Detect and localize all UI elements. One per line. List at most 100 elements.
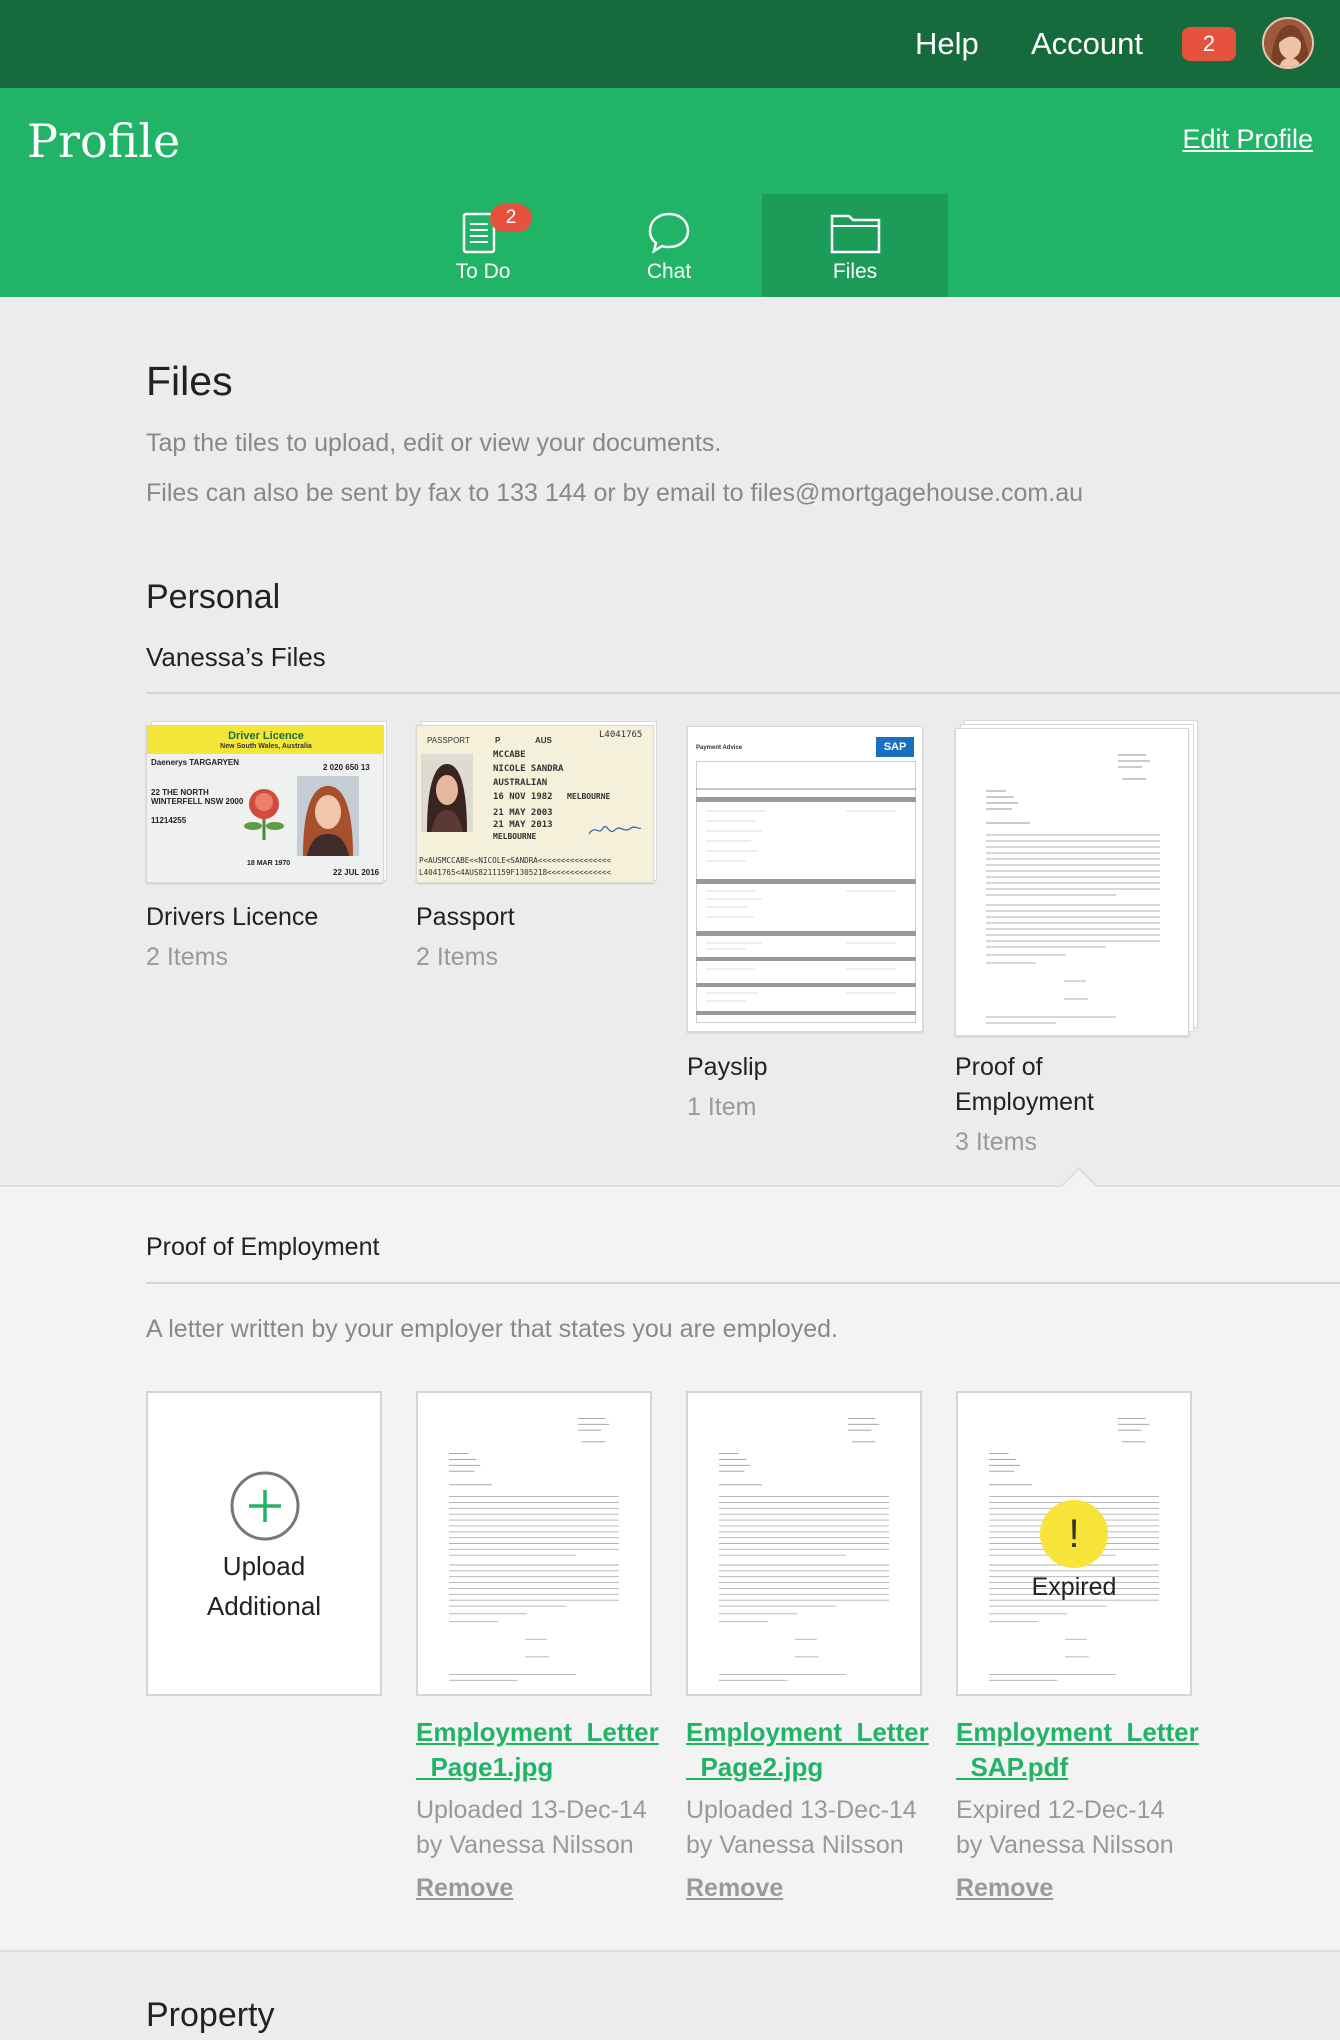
tile-count: 1 Item	[687, 1093, 757, 1121]
file-name-link[interactable]: Employment_Letter	[956, 1715, 1199, 1750]
letter-document-icon	[718, 1417, 890, 1681]
upload-label-line-1: Upload	[222, 1551, 306, 1581]
passport-given-names: NICOLE SANDRA	[493, 764, 564, 774]
expired-status-label: Expired	[1031, 1573, 1117, 1601]
tile-label: Passport	[416, 903, 515, 931]
file-thumbnail[interactable]	[686, 1391, 922, 1696]
signature-icon	[588, 826, 642, 835]
payslip-thumbnail: Payment Advice SAP	[687, 726, 923, 1032]
edit-profile-link[interactable]: Edit Profile	[1182, 124, 1313, 155]
licence-state-text: New South Wales, Australia	[220, 743, 312, 750]
licence-photo	[297, 776, 359, 856]
payslip-table-graphic	[696, 761, 916, 1023]
payslip-title: Payment Advice	[696, 745, 743, 751]
panel-pointer	[1062, 1170, 1096, 1187]
tab-todo[interactable]: 2 To Do	[390, 194, 576, 297]
letter-document-icon	[986, 754, 1160, 1024]
proof-of-employment-thumbnail	[955, 728, 1189, 1036]
vanessas-files-subtitle: Vanessa’s Files	[146, 642, 326, 672]
passport-dob: 16 NOV 1982	[493, 792, 553, 802]
waratah-flower-icon	[244, 789, 284, 840]
chat-bubble-icon	[648, 212, 690, 254]
file-name-link[interactable]: _SAP.pdf	[956, 1750, 1068, 1785]
file-thumbnail[interactable]	[416, 1391, 652, 1696]
files-instructions: Tap the tiles to upload, edit or view yo…	[146, 429, 722, 457]
tile-label: Drivers Licence	[146, 903, 319, 931]
licence-number: 11214255	[151, 816, 187, 825]
files-title: Files	[146, 358, 233, 404]
passport-country: AUS	[535, 736, 552, 745]
file-upload-date: Uploaded 13-Dec-14	[416, 1796, 647, 1824]
file-uploader: by Vanessa Nilsson	[686, 1831, 904, 1859]
passport-issuing-office: MELBOURNE	[493, 832, 537, 841]
tab-todo-label: To Do	[455, 260, 511, 283]
passport-type: PASSPORT	[427, 736, 470, 745]
top-bar: Help Account 2	[0, 0, 1340, 88]
proof-title: Proof of Employment	[146, 1233, 380, 1261]
person-photo-icon	[427, 764, 467, 832]
upload-label-line-2: Additional	[206, 1591, 322, 1621]
tile-count: 3 Items	[955, 1128, 1037, 1156]
passport-code: P	[495, 736, 501, 745]
tile-count: 2 Items	[146, 943, 228, 971]
file-name-link[interactable]: Employment_Letter	[416, 1715, 659, 1750]
file-upload-date: Uploaded 13-Dec-14	[686, 1796, 917, 1824]
upload-additional-button[interactable]: Upload Additional	[146, 1391, 382, 1696]
file-expiry-date: Expired 12-Dec-14	[956, 1796, 1165, 1824]
passport-mrz-line-1: P<AUSMCCABE<<NICOLE<SANDRA<<<<<<<<<<<<<<…	[419, 856, 612, 865]
remove-file-link[interactable]: Remove	[686, 1874, 783, 1903]
personal-title: Personal	[146, 578, 281, 616]
property-title: Property	[146, 1996, 275, 2034]
passport-photo	[421, 754, 473, 832]
avatar[interactable]	[1262, 17, 1314, 69]
file-name-link[interactable]: Employment_Letter	[686, 1715, 929, 1750]
notification-badge[interactable]: 2	[1182, 27, 1236, 61]
letter-document-icon	[448, 1417, 620, 1681]
divider	[146, 1282, 1340, 1284]
file-uploader: by Vanessa Nilsson	[956, 1831, 1174, 1859]
file-thumbnail[interactable]: ! Expired	[956, 1391, 1192, 1696]
tile-label-line-2: Employment	[955, 1088, 1094, 1116]
licence-name: Daenerys TARGARYEN	[151, 758, 240, 767]
add-circle-icon	[230, 1471, 300, 1541]
passport-number: L4041765	[599, 730, 643, 740]
page-title: Profile	[27, 114, 181, 168]
tab-chat[interactable]: Chat	[576, 194, 762, 297]
tab-chat-label: Chat	[646, 260, 692, 283]
passport-expiry-date: 21 MAY 2013	[493, 820, 553, 830]
licence-header-text: Driver Licence	[228, 730, 304, 742]
divider	[146, 692, 1340, 694]
tab-bar: 2 To Do Chat Files	[0, 194, 1340, 297]
remove-file-link[interactable]: Remove	[416, 1874, 513, 1903]
user-photo-icon	[1264, 19, 1312, 67]
licence-expiry: 22 JUL 2016	[333, 868, 380, 877]
sap-logo: SAP	[876, 737, 914, 757]
folder-icon	[830, 214, 881, 254]
account-link[interactable]: Account	[1031, 26, 1143, 62]
licence-dob: 18 MAR 1970	[247, 860, 291, 867]
file-name-link[interactable]: _Page1.jpg	[416, 1750, 553, 1785]
licence-address-2: WINTERFELL NSW 2000	[151, 797, 244, 806]
tile-count: 2 Items	[416, 943, 498, 971]
passport-issue-date: 21 MAY 2003	[493, 808, 553, 818]
warning-icon: !	[1040, 1500, 1108, 1568]
licence-address-1: 22 THE NORTH	[151, 788, 209, 797]
passport-surname: MCCABE	[493, 750, 526, 760]
tile-label: Payslip	[687, 1053, 768, 1081]
person-photo-icon	[303, 786, 353, 856]
passport-nationality: AUSTRALIAN	[493, 778, 548, 788]
file-name-link[interactable]: _Page2.jpg	[686, 1750, 823, 1785]
licence-card-number: 2 020 650 13	[323, 763, 370, 772]
drivers-licence-thumbnail: Driver Licence New South Wales, Australi…	[146, 725, 384, 883]
profile-header: Profile Edit Profile	[0, 88, 1340, 194]
remove-file-link[interactable]: Remove	[956, 1874, 1053, 1903]
todo-badge: 2	[490, 204, 532, 232]
proof-description: A letter written by your employer that s…	[146, 1315, 839, 1343]
tab-files[interactable]: Files	[762, 194, 948, 297]
passport-thumbnail: PASSPORT P AUS L4041765 MCCABE NICOLE SA…	[416, 725, 654, 883]
help-link[interactable]: Help	[915, 26, 979, 62]
tab-files-label: Files	[832, 260, 878, 283]
tile-label-line-1: Proof of	[955, 1053, 1043, 1081]
passport-mrz-line-2: L4041765<4AUS8211159F1305218<<<<<<<<<<<<…	[419, 868, 612, 877]
file-uploader: by Vanessa Nilsson	[416, 1831, 634, 1859]
